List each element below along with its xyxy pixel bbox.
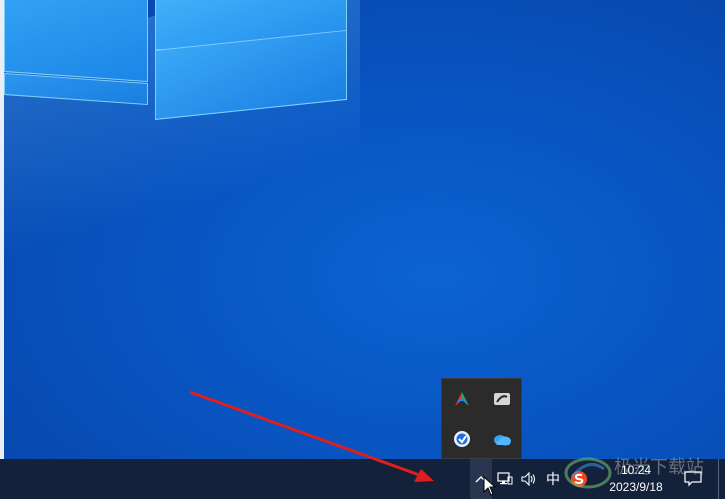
annotation-arrow [189, 390, 434, 482]
mouse-cursor [483, 476, 497, 496]
